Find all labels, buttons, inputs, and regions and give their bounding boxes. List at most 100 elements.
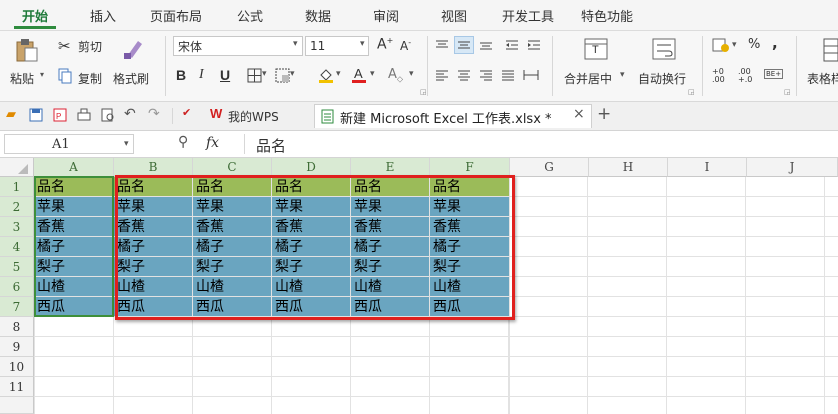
scissors-icon[interactable]: ✂ <box>58 37 71 55</box>
column-header-h[interactable]: H <box>589 158 668 177</box>
copy-button[interactable]: 复制 <box>78 70 102 87</box>
my-wps-tab[interactable]: 我的WPS <box>228 108 279 125</box>
print-icon[interactable] <box>76 107 92 123</box>
row-header-8[interactable]: 8 <box>0 317 34 337</box>
table-style-button[interactable]: 表格样 <box>807 70 838 87</box>
italic-button[interactable]: I <box>199 67 204 83</box>
percent-button[interactable]: % <box>748 37 760 52</box>
merge-center-chevron-down-icon[interactable]: ▾ <box>620 70 625 80</box>
document-tab-title: 新建 Microsoft Excel 工作表.xlsx * <box>340 112 552 127</box>
wps-logo-icon[interactable]: W <box>210 106 222 121</box>
column-header-g[interactable]: G <box>510 158 589 177</box>
font-color-chevron-down-icon[interactable]: ▾ <box>370 69 375 79</box>
number-format-chevron-down-icon[interactable]: ▾ <box>732 40 737 50</box>
tab-data[interactable]: 数据 <box>305 6 331 25</box>
alignment-group-launcher-icon[interactable]: ◲ <box>688 88 695 96</box>
redo-icon[interactable]: ↷ <box>148 106 160 122</box>
number-format-icon[interactable] <box>712 37 730 53</box>
increase-font-icon[interactable]: A+ <box>377 36 393 53</box>
undo-icon[interactable]: ↶ <box>124 106 136 122</box>
borders-chevron-down-icon[interactable]: ▾ <box>262 69 267 79</box>
tab-formulas[interactable]: 公式 <box>237 6 263 25</box>
borders-icon[interactable] <box>246 67 262 83</box>
cell-style-icon[interactable] <box>274 67 290 83</box>
indent-increase-icon[interactable] <box>526 38 542 52</box>
column-header-j[interactable]: J <box>747 158 838 177</box>
paste-icon[interactable] <box>12 36 42 64</box>
column-header-i[interactable]: I <box>668 158 747 177</box>
bold-button[interactable]: B <box>176 67 186 83</box>
print-preview-icon[interactable] <box>100 107 116 123</box>
tab-view[interactable]: 视图 <box>441 6 467 25</box>
active-tab-indicator <box>14 26 56 29</box>
fill-color-chevron-down-icon[interactable]: ▾ <box>336 69 341 79</box>
align-bottom-icon[interactable] <box>478 38 494 52</box>
formula-input[interactable]: 品名 <box>256 135 286 156</box>
cut-button[interactable]: 剪切 <box>78 38 102 55</box>
format-painter-button[interactable]: 格式刷 <box>113 70 149 87</box>
column-header-a[interactable]: A <box>34 158 114 177</box>
auto-wrap-icon[interactable] <box>650 35 678 63</box>
copy-icon[interactable] <box>58 68 72 84</box>
decrease-decimal-icon[interactable]: .00 +.0 <box>738 68 752 84</box>
fill-color-icon[interactable] <box>316 66 336 84</box>
font-group-launcher-icon[interactable]: ◲ <box>420 88 427 96</box>
cell-style-chevron-down-icon[interactable]: ▾ <box>290 69 295 79</box>
zoom-formula-icon[interactable]: ⚲ <box>178 134 188 150</box>
decrease-font-icon[interactable]: A- <box>400 38 411 53</box>
row-header-7[interactable]: 7 <box>0 297 34 317</box>
open-folder-icon[interactable]: ▰ <box>6 107 16 122</box>
underline-button[interactable]: U <box>220 67 230 83</box>
font-color-icon[interactable]: A <box>350 66 368 84</box>
align-middle-icon[interactable] <box>454 36 474 54</box>
save-icon[interactable] <box>28 107 44 123</box>
tab-insert[interactable]: 插入 <box>90 6 116 25</box>
format-painter-icon[interactable] <box>120 35 146 61</box>
align-top-icon[interactable] <box>434 38 450 52</box>
new-tab-icon[interactable]: + <box>597 104 611 124</box>
row-header-3[interactable]: 3 <box>0 217 34 237</box>
export-pdf-icon[interactable]: P <box>52 107 68 123</box>
paste-button[interactable]: 粘贴 <box>10 70 34 87</box>
name-box-chevron-down-icon[interactable]: ▾ <box>124 139 129 149</box>
align-left-icon[interactable] <box>434 68 450 82</box>
paste-dropdown-icon[interactable]: ▾ <box>40 70 44 79</box>
table-style-icon[interactable] <box>822 37 838 63</box>
font-name-chevron-down-icon[interactable]: ▾ <box>293 39 298 49</box>
tab-home[interactable]: 开始 <box>22 6 48 25</box>
clear-format-icon[interactable]: A◇ <box>388 67 403 84</box>
font-size-chevron-down-icon[interactable]: ▾ <box>360 39 365 49</box>
auto-wrap-button[interactable]: 自动换行 <box>638 70 686 87</box>
merge-center-icon[interactable]: T <box>582 35 610 63</box>
tab-review[interactable]: 审阅 <box>373 6 399 25</box>
distributed-align-icon[interactable] <box>522 68 540 82</box>
comma-button[interactable]: , <box>772 34 778 52</box>
tab-developer[interactable]: 开发工具 <box>502 6 554 25</box>
font-name-select[interactable]: 宋体 <box>173 36 303 56</box>
align-right-icon[interactable] <box>478 68 494 82</box>
row-header-4[interactable]: 4 <box>0 237 34 257</box>
row-header-1[interactable]: 1 <box>0 177 34 197</box>
indent-decrease-icon[interactable] <box>504 38 520 52</box>
close-tab-icon[interactable]: × <box>573 106 585 122</box>
increase-decimal-icon[interactable]: +0.00 <box>712 68 725 84</box>
select-all-corner[interactable] <box>0 158 34 177</box>
row-header-2[interactable]: 2 <box>0 197 34 217</box>
row-header-10[interactable]: 10 <box>0 357 34 377</box>
merge-center-button[interactable]: 合并居中 <box>564 70 612 87</box>
font-size-value: 11 <box>310 39 326 53</box>
tab-special-features[interactable]: 特色功能 <box>581 6 633 25</box>
row-header-11[interactable]: 11 <box>0 377 34 397</box>
tab-page-layout[interactable]: 页面布局 <box>150 6 202 25</box>
row-header-9[interactable]: 9 <box>0 337 34 357</box>
row-header-6[interactable]: 6 <box>0 277 34 297</box>
row-header-12[interactable] <box>0 397 34 414</box>
clear-format-chevron-down-icon[interactable]: ▾ <box>409 69 414 79</box>
row-header-5[interactable]: 5 <box>0 257 34 277</box>
align-center-icon[interactable] <box>456 68 472 82</box>
justify-icon[interactable] <box>500 68 516 82</box>
fx-button[interactable]: fx <box>206 135 219 151</box>
number-type-icon[interactable]: BE+ <box>764 69 784 79</box>
number-group-launcher-icon[interactable]: ◲ <box>784 88 791 96</box>
customize-toolbar-icon[interactable]: ✔ <box>182 106 191 119</box>
